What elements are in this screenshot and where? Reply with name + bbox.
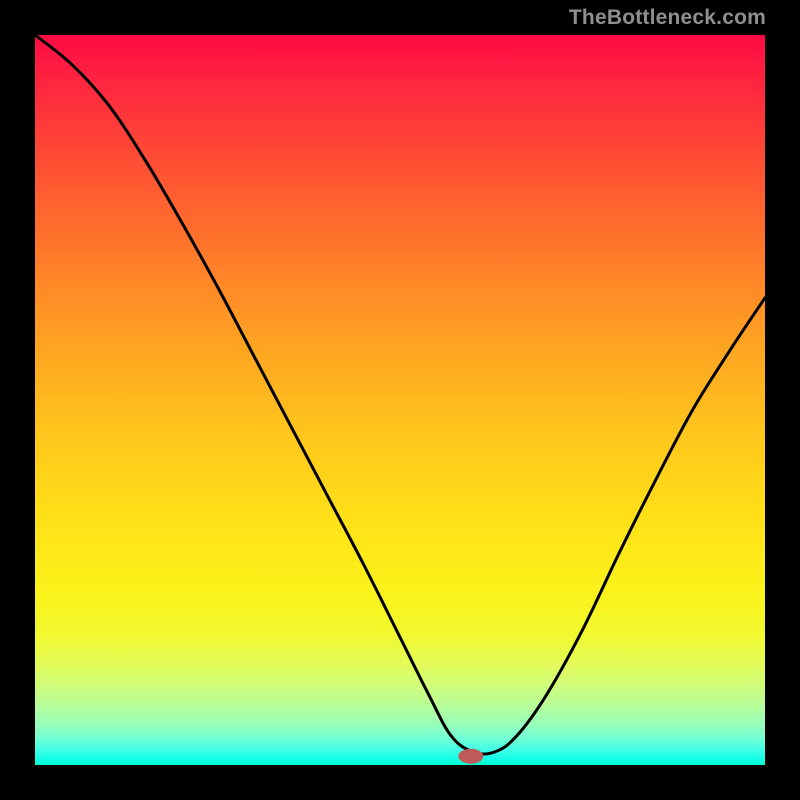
chart-svg bbox=[35, 35, 765, 765]
bottleneck-curve bbox=[35, 35, 765, 754]
plot-area bbox=[35, 35, 765, 765]
watermark-text: TheBottleneck.com bbox=[569, 6, 766, 30]
chart-frame: TheBottleneck.com bbox=[0, 0, 800, 800]
trough-marker bbox=[459, 749, 483, 763]
